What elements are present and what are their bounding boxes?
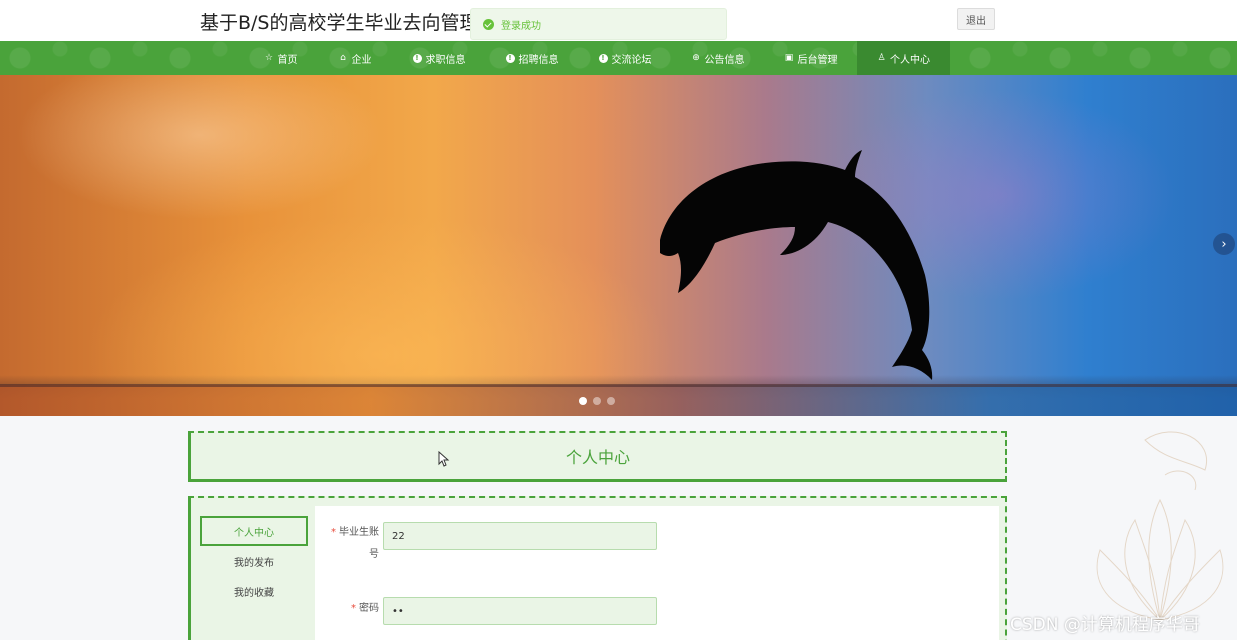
success-check-icon xyxy=(483,18,494,30)
top-header: 基于B/S的高校学生毕业去向管理系统 登录成功 退出 xyxy=(0,0,1237,41)
nav-item-company[interactable]: ⌂ 企业 xyxy=(326,41,384,75)
nav-item-personal-center[interactable]: ♙ 个人中心 xyxy=(857,41,950,75)
nav-item-job-seeking[interactable]: ! 求职信息 xyxy=(398,41,480,75)
carousel-dot[interactable] xyxy=(607,397,615,405)
info-icon: ! xyxy=(598,53,608,63)
side-item-my-favorites[interactable]: 我的收藏 xyxy=(200,576,308,606)
sea xyxy=(0,385,1237,416)
nav-item-home[interactable]: ☆ 首页 xyxy=(250,41,312,75)
carousel-dot[interactable] xyxy=(579,397,587,405)
personal-center-panel: 个人中心 我的发布 我的收藏 * 毕业生账号 22 * 密码 •• xyxy=(188,496,1007,640)
page-title: 个人中心 xyxy=(565,448,630,467)
briefcase-icon: ▣ xyxy=(784,52,794,63)
nav-item-announcements[interactable]: ⊕ 公告信息 xyxy=(678,41,758,75)
carousel-dot[interactable] xyxy=(593,397,601,405)
nav-item-forum[interactable]: ! 交流论坛 xyxy=(585,41,665,75)
login-success-toast: 登录成功 xyxy=(470,8,727,40)
account-label: * 毕业生账号 xyxy=(331,527,379,560)
side-item-my-posts[interactable]: 我的发布 xyxy=(200,546,308,576)
info-icon: ! xyxy=(412,53,422,63)
page-title-box: 个人中心 xyxy=(188,431,1007,482)
side-item-personal-center[interactable]: 个人中心 xyxy=(200,516,308,546)
globe-icon: ⊕ xyxy=(692,52,700,63)
user-icon: ♙ xyxy=(877,52,886,63)
site-title: 基于B/S的高校学生毕业去向管理系统 xyxy=(200,12,470,34)
watermark: CSDN @计算机程序华哥 xyxy=(1010,615,1200,635)
star-icon: ☆ xyxy=(264,52,274,63)
nav-item-admin[interactable]: ▣ 后台管理 xyxy=(771,41,851,75)
info-icon: ! xyxy=(505,53,515,63)
mouse-cursor-icon xyxy=(438,451,450,467)
dolphin-silhouette xyxy=(660,150,933,380)
banner-next-button[interactable]: › xyxy=(1213,233,1235,255)
banner-carousel[interactable]: › xyxy=(0,75,1237,416)
profile-form: * 毕业生账号 22 * 密码 •• xyxy=(315,506,999,640)
toast-message: 登录成功 xyxy=(501,20,541,32)
logout-button[interactable]: 退出 xyxy=(957,8,995,30)
lotus-decoration-icon xyxy=(1096,431,1224,622)
nav-item-recruitment[interactable]: ! 招聘信息 xyxy=(492,41,572,75)
password-field[interactable]: •• xyxy=(383,597,657,625)
account-field[interactable]: 22 xyxy=(383,522,657,550)
main-nav: ☆ 首页 ⌂ 企业 ! 求职信息 ! 招聘信息 ! 交流论坛 ⊕ 公告信息 ▣ 后台管理 ♙ 个… xyxy=(0,41,1237,75)
home-icon: ⌂ xyxy=(340,52,346,63)
side-menu: 个人中心 我的发布 我的收藏 xyxy=(200,516,308,606)
carousel-indicators xyxy=(579,397,615,405)
password-label: * 密码 xyxy=(351,603,379,614)
